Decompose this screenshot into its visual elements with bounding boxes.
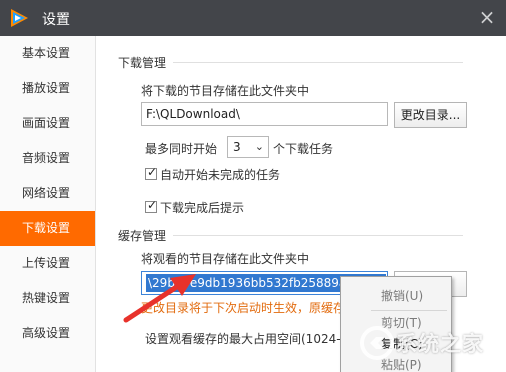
sidebar-item-basic[interactable]: 基本设置 [0,36,95,71]
watermark-text: 系统之家 [396,332,484,356]
watermark-logo-icon [360,326,394,360]
sidebar-item-advanced[interactable]: 高级设置 [0,316,95,351]
checkmark-icon: ✓ [147,198,158,212]
concurrent-prefix-label: 最多同时开始 [145,142,218,156]
section-divider [173,62,463,63]
notify-complete-checkbox[interactable]: ✓ [145,198,158,213]
cache-path-label: 将观看的节目存储在此文件夹中 [141,252,310,266]
settings-sidebar: 基本设置 播放设置 画面设置 音频设置 网络设置 下载设置 上传设置 热键设置 … [0,36,96,372]
close-icon[interactable]: × [476,6,498,28]
concurrent-count-value: 3 [233,140,241,154]
download-change-dir-button[interactable]: 更改目录... [394,102,467,128]
download-path-input[interactable]: F:\QLDownload\ [141,102,388,126]
download-section-title: 下载管理 [118,56,167,70]
sidebar-item-download[interactable]: 下载设置 [0,211,95,246]
auto-start-checkbox[interactable]: ✓ [145,165,158,180]
sidebar-item-hotkey[interactable]: 热键设置 [0,281,95,316]
section-divider [173,235,463,236]
menu-item-undo[interactable]: 撤销(U) [341,285,451,307]
notify-complete-label: 下载完成后提示 [160,201,245,215]
cache-section-title: 缓存管理 [118,229,167,243]
sidebar-item-upload[interactable]: 上传设置 [0,246,95,281]
title-bar: 设置 × [0,0,506,36]
concurrent-suffix-label: 个下载任务 [273,142,334,156]
download-path-label: 将下载的节目存储在此文件夹中 [141,84,310,98]
sidebar-item-network[interactable]: 网络设置 [0,176,95,211]
window-title: 设置 [42,12,70,28]
checkmark-icon: ✓ [147,165,158,179]
cache-max-space-label: 设置观看缓存的最大占用空间(1024-1 [145,332,349,346]
watermark: 系统之家 [358,320,506,372]
menu-separator [371,310,447,311]
sidebar-item-audio[interactable]: 音频设置 [0,141,95,176]
auto-start-label: 自动开始未完成的任务 [160,168,281,182]
tencent-video-logo-icon [11,9,28,27]
concurrent-count-select[interactable]: 3 ⌄ [227,136,269,158]
sidebar-item-playback[interactable]: 播放设置 [0,71,95,106]
chevron-down-icon: ⌄ [254,140,264,153]
cache-restart-hint: 更改目录将于下次启动时生效，原缓存 [141,301,346,315]
sidebar-item-picture[interactable]: 画面设置 [0,106,95,141]
